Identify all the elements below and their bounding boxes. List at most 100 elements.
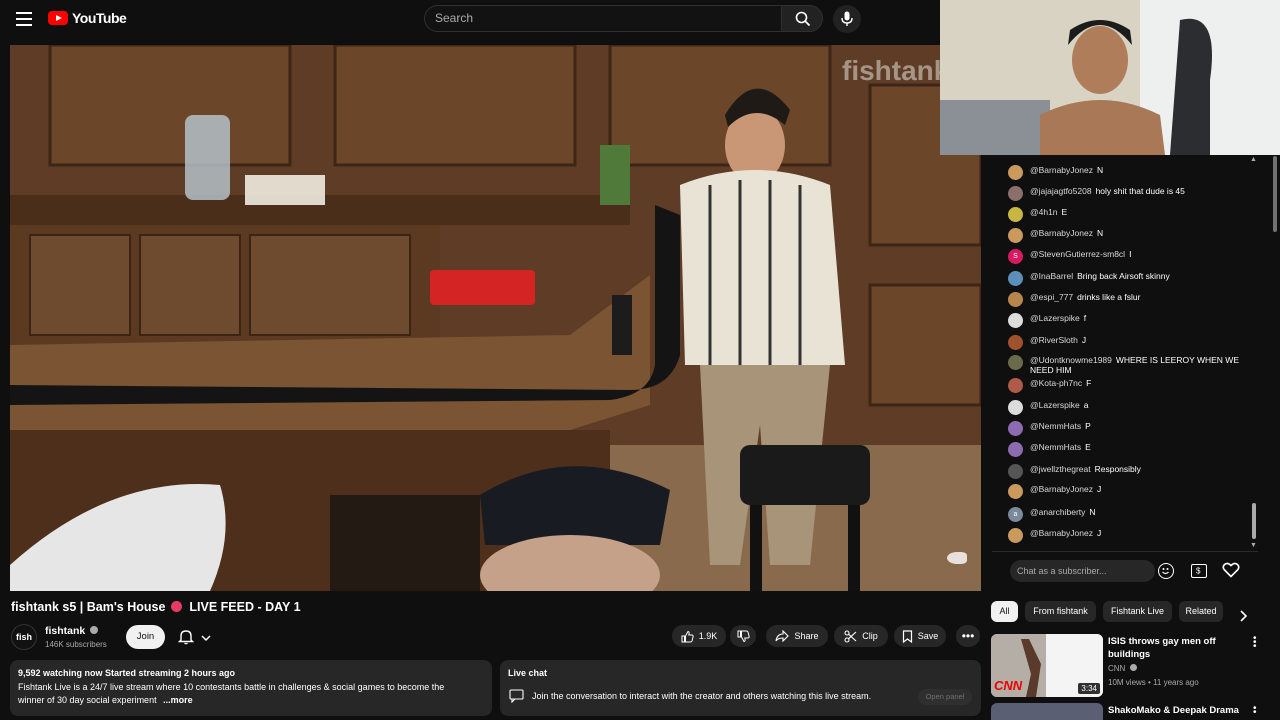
- chat-author-name[interactable]: @jwellzthegreat: [1030, 464, 1091, 474]
- chat-input[interactable]: Chat as a subscriber...: [1010, 560, 1155, 582]
- chat-message: @BarnabyJonez N: [1008, 165, 1248, 180]
- chat-author-avatar[interactable]: S: [1008, 249, 1023, 264]
- related-thumbnail[interactable]: CNN 3:34: [991, 634, 1103, 697]
- chat-author-avatar[interactable]: [1008, 207, 1023, 222]
- open-panel-button[interactable]: Open panel: [918, 689, 972, 705]
- chat-author-name[interactable]: @RiverSloth: [1030, 335, 1078, 345]
- more-vertical-icon[interactable]: • •: [1253, 704, 1257, 718]
- chat-scroll-thumb[interactable]: [1252, 503, 1256, 539]
- related-video-1[interactable]: CNN 3:34 ISIS throws gay men off buildin…: [991, 634, 1261, 699]
- more-vertical-icon[interactable]: • • •: [1253, 634, 1257, 652]
- related-meta: 10M views • 11 years ago: [1108, 678, 1199, 687]
- chevron-right-icon[interactable]: [1238, 610, 1248, 622]
- clip-button[interactable]: Clip: [834, 625, 888, 647]
- description-line-2: winner of 30 day social experiment: [18, 695, 157, 705]
- related-title-line-2: buildings: [1108, 649, 1151, 660]
- chat-author-name[interactable]: @InaBarrel: [1030, 271, 1073, 281]
- chat-author-avatar[interactable]: [1008, 442, 1023, 457]
- chat-author-name[interactable]: @BarnabyJonez: [1030, 165, 1093, 175]
- description-box[interactable]: 9,592 watching now Started streaming 2 h…: [10, 660, 492, 716]
- emoji-button[interactable]: [1158, 563, 1174, 579]
- chat-author-avatar[interactable]: [1008, 165, 1023, 180]
- search-button[interactable]: [781, 5, 823, 32]
- chip-related[interactable]: Related: [1179, 601, 1223, 622]
- more-horizontal-icon: •••: [961, 629, 975, 643]
- chat-author-name[interactable]: @Lazerspike: [1030, 400, 1080, 410]
- chat-author-name[interactable]: @BarnabyJonez: [1030, 528, 1093, 538]
- top-bar: YouTube Search: [0, 0, 940, 38]
- chat-message-body: @Kota-ph7nc F: [1030, 378, 1091, 388]
- chat-scroll-up-icon[interactable]: ▲: [1250, 156, 1257, 163]
- chat-author-avatar[interactable]: [1008, 335, 1023, 350]
- chip-from-fishtank[interactable]: From fishtank: [1025, 601, 1096, 622]
- chat-message: @jwellzthegreat Responsibly: [1008, 464, 1248, 479]
- chat-author-name[interactable]: @jajajagtfo5208: [1030, 186, 1092, 196]
- related-thumbnail[interactable]: [991, 703, 1103, 720]
- chip-fishtank-live[interactable]: Fishtank Live: [1103, 601, 1172, 622]
- chat-author-avatar[interactable]: [1008, 228, 1023, 243]
- chat-message-text: Bring back Airsoft skinny: [1077, 271, 1170, 281]
- channel-name-text: fishtank: [45, 625, 86, 637]
- chat-message-body: @jwellzthegreat Responsibly: [1030, 464, 1141, 474]
- chat-message: @InaBarrel Bring back Airsoft skinny: [1008, 271, 1248, 286]
- svg-text:$: $: [1196, 567, 1201, 576]
- chat-message: @Lazerspike a: [1008, 400, 1248, 415]
- chat-message: @4h1n E: [1008, 207, 1248, 222]
- join-button[interactable]: Join: [126, 625, 165, 649]
- chat-author-avatar[interactable]: [1008, 484, 1023, 499]
- chat-author-avatar[interactable]: [1008, 464, 1023, 479]
- like-button[interactable]: 1.9K: [672, 625, 726, 647]
- description-more-link[interactable]: ...more: [163, 695, 193, 705]
- chat-scrollbar[interactable]: [1273, 156, 1277, 232]
- chat-author-name[interactable]: @Lazerspike: [1030, 313, 1080, 323]
- like-count: 1.9K: [698, 631, 718, 641]
- chat-author-name[interactable]: @Udontknowme1989: [1030, 355, 1112, 365]
- description-line-2-row: winner of 30 day social experiment ...mo…: [18, 695, 193, 705]
- chat-author-avatar[interactable]: a: [1008, 507, 1023, 522]
- live-chat-text: Join the conversation to interact with t…: [532, 691, 872, 701]
- chat-author-name[interactable]: @BarnabyJonez: [1030, 228, 1093, 238]
- super-chat-button[interactable]: $: [1191, 564, 1207, 578]
- search-icon: [795, 11, 811, 27]
- chat-author-name[interactable]: @StevenGutierrez-sm8cl: [1030, 249, 1125, 259]
- chat-author-name[interactable]: @Kota-ph7nc: [1030, 378, 1082, 388]
- description-line-1: Fishtank Live is a 24/7 live stream wher…: [18, 682, 445, 692]
- chat-message: @BarnabyJonez J: [1008, 528, 1248, 543]
- chat-author-avatar[interactable]: [1008, 378, 1023, 393]
- chat-message-body: @BarnabyJonez J: [1030, 484, 1101, 494]
- chat-author-avatar[interactable]: [1008, 355, 1023, 370]
- voice-search-button[interactable]: [833, 5, 861, 33]
- save-button[interactable]: Save: [894, 625, 946, 647]
- chat-author-name[interactable]: @NemmHats: [1030, 442, 1081, 452]
- chat-author-name[interactable]: @NemmHats: [1030, 421, 1081, 431]
- chat-author-name[interactable]: @anarchiberty: [1030, 507, 1085, 517]
- video-player[interactable]: fishtank: [10, 45, 981, 591]
- chat-author-name[interactable]: @BarnabyJonez: [1030, 484, 1093, 494]
- chat-message: @espi_777 drinks like a fslur: [1008, 292, 1248, 307]
- chip-all[interactable]: All: [991, 601, 1018, 622]
- channel-avatar[interactable]: fish: [11, 624, 37, 650]
- menu-icon[interactable]: [16, 12, 32, 26]
- chat-author-avatar[interactable]: [1008, 271, 1023, 286]
- search-input[interactable]: Search: [424, 5, 782, 32]
- related-video-2[interactable]: ShakoMako & Deepak Drama • •: [991, 703, 1261, 720]
- chat-author-avatar[interactable]: [1008, 528, 1023, 543]
- heart-button[interactable]: [1222, 562, 1240, 583]
- chat-author-name[interactable]: @espi_777: [1030, 292, 1073, 302]
- heart-icon: [1222, 562, 1240, 578]
- chat-author-avatar[interactable]: [1008, 186, 1023, 201]
- dislike-button[interactable]: [730, 625, 756, 647]
- channel-name[interactable]: fishtank: [45, 625, 99, 637]
- notifications-button[interactable]: [172, 625, 220, 649]
- chat-scroll-down-icon[interactable]: ▼: [1250, 542, 1257, 549]
- chat-message-text: I: [1129, 249, 1132, 259]
- chat-author-avatar[interactable]: [1008, 292, 1023, 307]
- share-button[interactable]: Share: [766, 625, 828, 647]
- chat-message: @NemmHats P: [1008, 421, 1248, 436]
- more-actions-button[interactable]: •••: [956, 625, 980, 647]
- chat-author-avatar[interactable]: [1008, 313, 1023, 328]
- chat-author-avatar[interactable]: [1008, 421, 1023, 436]
- chat-author-avatar[interactable]: [1008, 400, 1023, 415]
- chat-author-name[interactable]: @4h1n: [1030, 207, 1058, 217]
- youtube-logo[interactable]: YouTube: [48, 10, 127, 26]
